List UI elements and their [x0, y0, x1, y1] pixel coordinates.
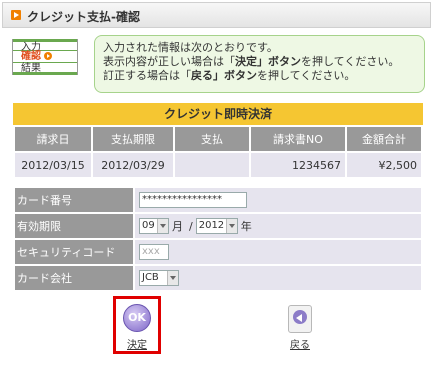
table-row: 2012/03/15 2012/03/29 1234567 ¥2,500 — [15, 153, 421, 177]
cell-due-date: 2012/03/29 — [93, 153, 173, 177]
billing-table: 請求日 支払期限 支払 請求書NO 金額合計 2012/03/15 2012/0… — [13, 125, 423, 179]
instruction-line-2: 表示内容が正しい場合は「決定」ボタンを押してください。 — [103, 55, 400, 68]
page-title-bar: クレジット支払-確認 — [2, 2, 431, 28]
header-due-date: 支払期限 — [93, 127, 173, 151]
cell-invoice-no: 1234567 — [251, 153, 345, 177]
card-info-table: カード番号 **************** 有効期限 09 月/2012 年 セキ… — [13, 186, 423, 292]
expiry-label: 有効期限 — [15, 214, 133, 238]
step-input: 入力 — [13, 39, 77, 53]
arrow-right-icon — [11, 10, 21, 20]
ok-button-label[interactable]: 決定 — [116, 336, 158, 351]
step-confirm: 確認 — [13, 51, 77, 63]
expiry-year-select[interactable]: 2012 — [195, 218, 238, 234]
back-button-label[interactable]: 戻る — [284, 336, 316, 351]
step-indicator: 入力 確認 結果 — [12, 39, 78, 85]
chevron-down-icon — [225, 219, 237, 233]
ok-button-highlight: OK 決定 — [113, 296, 161, 354]
instruction-line-1: 入力された情報は次のとおりです。 — [103, 41, 278, 54]
step-result: 結果 — [13, 63, 77, 75]
page-title: クレジット支払-確認 — [27, 10, 140, 24]
back-button[interactable]: 戻る — [284, 305, 316, 351]
security-code-field[interactable]: xxx — [139, 244, 169, 260]
expiry-month-select[interactable]: 09 — [139, 218, 169, 234]
card-company-select[interactable]: JCB — [139, 270, 179, 286]
cell-total: ¥2,500 — [347, 153, 421, 177]
header-total: 金額合計 — [347, 127, 421, 151]
section-header: クレジット即時決済 — [13, 103, 423, 125]
cell-payment — [175, 153, 249, 177]
card-company-label: カード会社 — [15, 266, 133, 290]
ok-button[interactable]: OK — [123, 304, 151, 332]
instruction-box: 入力された情報は次のとおりです。 表示内容が正しい場合は「決定」ボタンを押してく… — [94, 35, 425, 93]
header-invoice-no: 請求書NO — [251, 127, 345, 151]
chevron-down-icon — [157, 219, 168, 233]
security-code-label: セキュリティコード — [15, 240, 133, 264]
header-payment: 支払 — [175, 127, 249, 151]
card-number-label: カード番号 — [15, 188, 133, 212]
back-arrow-icon[interactable] — [288, 305, 312, 333]
card-number-field[interactable]: **************** — [139, 192, 247, 208]
chevron-down-icon — [167, 271, 178, 285]
instruction-line-3: 訂正する場合は「戻る」ボタンを押してください。 — [103, 69, 356, 82]
cell-billing-date: 2012/03/15 — [15, 153, 91, 177]
current-step-icon — [44, 52, 52, 60]
header-billing-date: 請求日 — [15, 127, 91, 151]
